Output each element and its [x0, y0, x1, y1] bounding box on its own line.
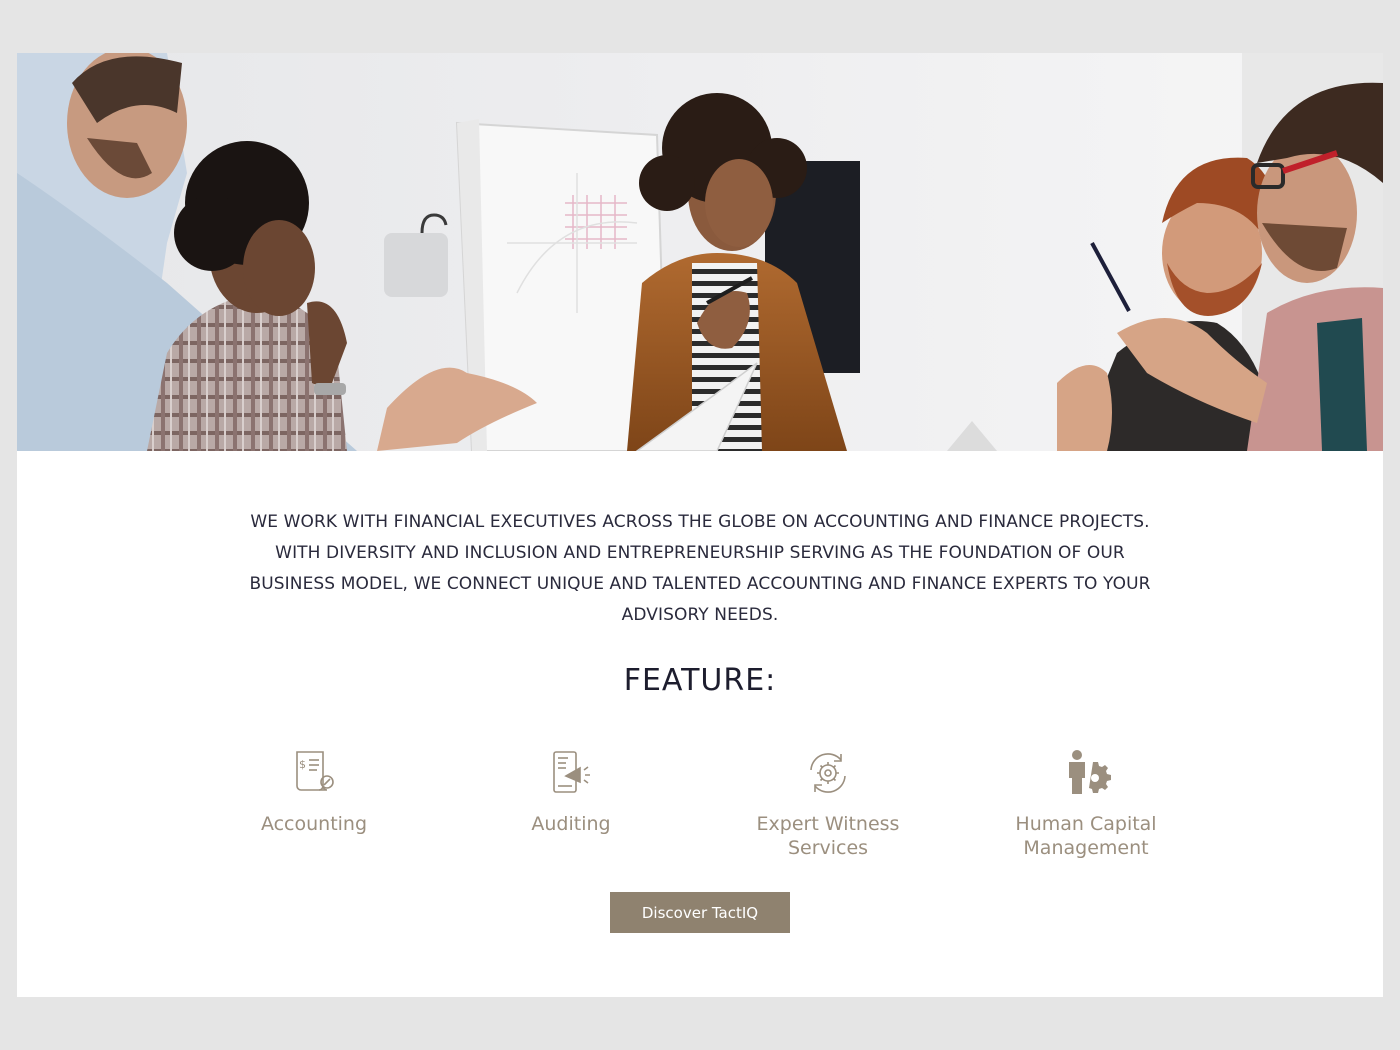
feature-label-line: Human Capital [1015, 813, 1157, 835]
accounting-document-icon: $ [296, 751, 334, 791]
feature-label: Auditing [531, 813, 611, 835]
discover-tactiq-button[interactable]: Discover TactIQ [610, 892, 790, 933]
feature-label-line: Expert Witness [756, 813, 900, 835]
intro-paragraph: WE WORK WITH FINANCIAL EXECUTIVES ACROSS… [17, 507, 1383, 631]
intro-line: WITH DIVERSITY AND INCLUSION AND ENTREPR… [275, 543, 1125, 563]
gear-cycle-icon [810, 753, 846, 793]
feature-label-line: Services [787, 837, 869, 859]
feature-heading: FEATURE: [623, 663, 777, 698]
page-card: WE WORK WITH FINANCIAL EXECUTIVES ACROSS… [17, 53, 1383, 997]
hero-image [17, 53, 1383, 451]
person-gear-icon [1069, 750, 1111, 794]
feature-auditing[interactable]: Auditing [471, 748, 671, 836]
intro-line: ADVISORY NEEDS. [621, 605, 779, 625]
feature-human-capital[interactable]: Human Capital Management [986, 748, 1186, 860]
feature-label-line: Management [1023, 837, 1149, 859]
feature-expert-witness[interactable]: Expert Witness Services [728, 748, 928, 860]
intro-line: BUSINESS MODEL, WE CONNECT UNIQUE AND TA… [249, 574, 1151, 594]
intro-line: WE WORK WITH FINANCIAL EXECUTIVES ACROSS… [250, 512, 1150, 532]
feature-label: Accounting [260, 813, 368, 835]
feature-list: $ Accounting Auditing Expert Witness Ser… [17, 748, 1383, 878]
feature-accounting[interactable]: $ Accounting [214, 748, 414, 836]
auditing-megaphone-icon [553, 751, 590, 793]
feature-label: Human Capital Management [986, 812, 1186, 860]
feature-label: Expert Witness Services [728, 812, 928, 860]
svg-text:$: $ [299, 758, 306, 771]
